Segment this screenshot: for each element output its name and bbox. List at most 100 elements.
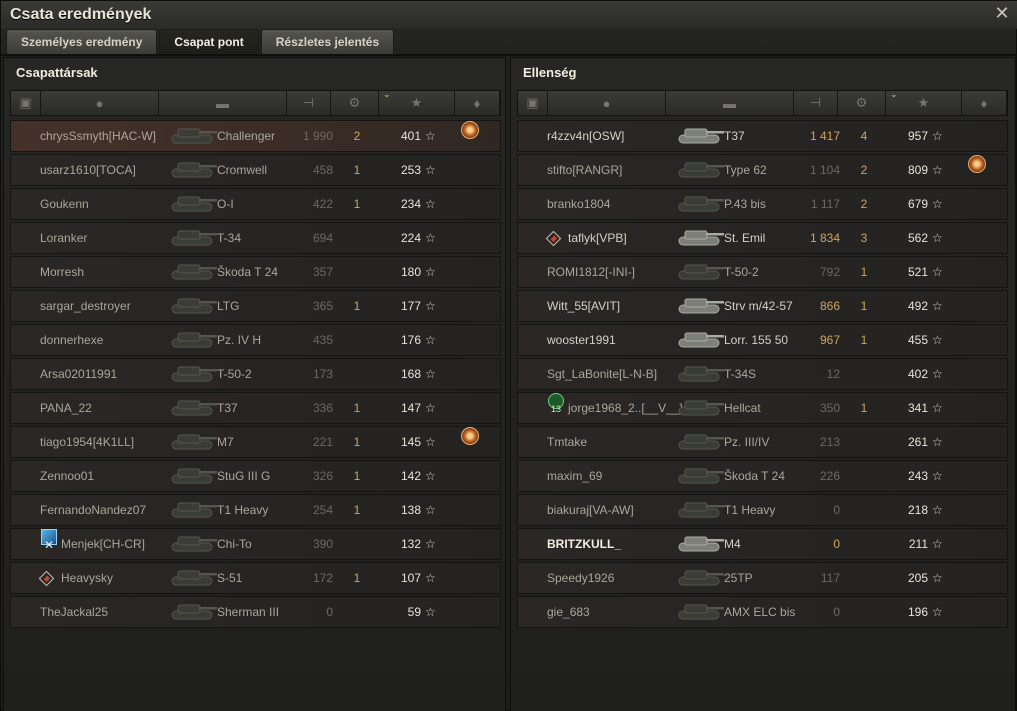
tank-icon xyxy=(673,155,725,181)
player-name[interactable]: taflyk[VPB] xyxy=(568,223,627,253)
player-name[interactable]: Menjek[CH-CR] xyxy=(61,529,145,559)
damage-value: 221 xyxy=(312,435,333,449)
player-name[interactable]: gie_683 xyxy=(547,597,590,627)
medal-icon[interactable]: ♦ xyxy=(455,91,500,115)
player-name[interactable]: usarz1610[TOCA] xyxy=(40,155,136,185)
tank-tier-icon[interactable]: ▣ xyxy=(518,91,548,115)
player-name[interactable]: jorge1968_2..[__V__] xyxy=(568,393,683,423)
sort-indicator-icon: ⌄ xyxy=(383,89,391,99)
enemy-player-row[interactable]: biakuraj[VA-AW] T1 Heavy 0 218 ☆ xyxy=(517,494,1008,526)
player-name[interactable]: Heavysky xyxy=(61,563,113,593)
player-name[interactable]: Sgt_LaBonite[L-N-B] xyxy=(547,359,657,389)
player-name[interactable]: donnerhexe xyxy=(40,325,103,355)
damage-icon[interactable]: ⊣ xyxy=(794,91,838,115)
tank-icon xyxy=(673,461,725,487)
ally-player-row[interactable]: sargar_destroyer LTG 365 1 177 ☆ xyxy=(10,290,501,322)
ally-player-row[interactable]: PANA_22 T37 336 1 147 ☆ xyxy=(10,392,501,424)
enemy-player-row[interactable]: Witt_55[AVIT] Strv m/42-57 866 1 492 ☆ xyxy=(517,290,1008,322)
ally-player-row[interactable]: Goukenn O-I 422 1 234 ☆ xyxy=(10,188,501,220)
player-name[interactable]: r4zzv4n[OSW] xyxy=(547,121,624,151)
allies-column-header: ▣ ● ▬ ⊣ ⚙ ★ ♦ ⌄ xyxy=(10,89,501,116)
tab-team-score[interactable]: Csapat pont xyxy=(159,29,259,54)
ally-player-row[interactable]: FernandoNandez07 T1 Heavy 254 1 138 ☆ xyxy=(10,494,501,526)
player-name[interactable]: Witt_55[AVIT] xyxy=(547,291,620,321)
player-name[interactable]: BRITZKULL_ xyxy=(547,529,621,559)
ally-player-row[interactable]: ✕ Menjek[CH-CR] Chi-To 390 132 ☆ xyxy=(10,528,501,560)
player-icon[interactable]: ● xyxy=(41,91,159,115)
ally-player-row[interactable]: Arsa02011991 T-50-2 173 168 ☆ xyxy=(10,358,501,390)
medal-icon[interactable] xyxy=(968,155,986,173)
enemy-player-row[interactable]: branko1804 P.43 bis 1 117 2 679 ☆ xyxy=(517,188,1008,220)
enemy-player-row[interactable]: Speedy1926 25TP 117 205 ☆ xyxy=(517,562,1008,594)
ally-player-row[interactable]: chrysSsmyth[HAC-W] Challenger 1 990 2 401 ☆ xyxy=(10,120,501,152)
ally-player-row[interactable]: tiago1954[4K1LL] M7 221 1 145 ☆ xyxy=(10,426,501,458)
vehicle-name: T1 Heavy xyxy=(217,503,269,517)
damage-value: 254 xyxy=(312,503,333,517)
ally-player-row[interactable]: usarz1610[TOCA] Cromwell 458 1 253 ☆ xyxy=(10,154,501,186)
enemy-player-row[interactable]: gie_683 AMX ELC bis 0 196 ☆ xyxy=(517,596,1008,628)
ally-player-row[interactable]: donnerhexe Pz. IV H 435 176 ☆ xyxy=(10,324,501,356)
xp-value: 402 xyxy=(907,367,928,381)
tab-detailed-report[interactable]: Részletes jelentés xyxy=(260,29,395,54)
player-name[interactable]: Loranker xyxy=(40,223,87,253)
vehicle-name: M4 xyxy=(724,537,741,551)
xp-star-icon: ☆ xyxy=(425,129,436,143)
vehicle-name: Type 62 xyxy=(724,163,767,177)
player-name[interactable]: Goukenn xyxy=(40,189,89,219)
enemy-player-row[interactable]: BRITZKULL_ M4 0 211 ☆ xyxy=(517,528,1008,560)
kills-value: 1 xyxy=(353,197,361,211)
player-name[interactable]: tiago1954[4K1LL] xyxy=(40,427,134,457)
tank-tier-icon[interactable]: ▣ xyxy=(11,91,41,115)
ally-player-row[interactable]: Heavysky S-51 172 1 107 ☆ xyxy=(10,562,501,594)
ally-player-row[interactable]: Loranker T-34 694 224 ☆ xyxy=(10,222,501,254)
damage-icon[interactable]: ⊣ xyxy=(287,91,331,115)
player-name[interactable]: sargar_destroyer xyxy=(40,291,131,321)
ally-player-row[interactable]: TheJackal25 Sherman III 0 59 ☆ xyxy=(10,596,501,628)
player-name[interactable]: Zennoo01 xyxy=(40,461,94,491)
player-name[interactable]: biakuraj[VA-AW] xyxy=(547,495,634,525)
player-name[interactable]: ROMI1812[-INI-] xyxy=(547,257,635,287)
vehicle-icon[interactable]: ▬ xyxy=(666,91,794,115)
medal-icon[interactable] xyxy=(461,121,479,139)
enemy-player-row[interactable]: stifto[RANGR] Type 62 1 104 2 809 ☆ xyxy=(517,154,1008,186)
tank-icon xyxy=(673,495,725,521)
ally-player-row[interactable]: Morresh Škoda T 24 357 180 ☆ xyxy=(10,256,501,288)
enemy-player-row[interactable]: Tmtake Pz. III/IV 213 261 ☆ xyxy=(517,426,1008,458)
player-name[interactable]: TheJackal25 xyxy=(40,597,108,627)
enemy-player-row[interactable]: r4zzv4n[OSW] T37 1 417 4 957 ☆ xyxy=(517,120,1008,152)
xp-star-icon: ☆ xyxy=(932,537,943,551)
player-name[interactable]: stifto[RANGR] xyxy=(547,155,622,185)
player-name[interactable]: PANA_22 xyxy=(40,393,92,423)
enemy-player-row[interactable]: maxim_69 Škoda T 24 226 243 ☆ xyxy=(517,460,1008,492)
vehicle-name: StuG III G xyxy=(217,469,271,483)
player-name[interactable]: wooster1991 xyxy=(547,325,616,355)
enemy-player-row[interactable]: Sgt_LaBonite[L-N-B] T-34S 12 402 ☆ xyxy=(517,358,1008,390)
player-name[interactable]: Tmtake xyxy=(547,427,587,457)
xp-star-icon: ☆ xyxy=(932,129,943,143)
player-name[interactable]: Speedy1926 xyxy=(547,563,614,593)
xp-star-icon: ☆ xyxy=(932,435,943,449)
kills-value: 2 xyxy=(353,129,361,143)
ally-player-row[interactable]: Zennoo01 StuG III G 326 1 142 ☆ xyxy=(10,460,501,492)
player-name[interactable]: Morresh xyxy=(40,257,84,287)
enemy-player-row[interactable]: 13 jorge1968_2..[__V__] Hellcat 350 1 341 ☆ xyxy=(517,392,1008,424)
medal-icon[interactable] xyxy=(461,427,479,445)
kills-icon[interactable]: ⚙ xyxy=(331,91,379,115)
player-name[interactable]: chrysSsmyth[HAC-W] xyxy=(40,121,156,151)
player-name[interactable]: FernandoNandez07 xyxy=(40,495,146,525)
vehicle-icon[interactable]: ▬ xyxy=(159,91,287,115)
tab-personal-results[interactable]: Személyes eredmény xyxy=(6,29,158,54)
kills-icon[interactable]: ⚙ xyxy=(838,91,886,115)
damage-value: 1 104 xyxy=(809,163,840,177)
enemy-player-row[interactable]: taflyk[VPB] St. Emil 1 834 3 562 ☆ xyxy=(517,222,1008,254)
enemy-player-row[interactable]: ROMI1812[-INI-] T-50-2 792 1 521 ☆ xyxy=(517,256,1008,288)
player-name[interactable]: maxim_69 xyxy=(547,461,602,491)
medal-icon[interactable]: ♦ xyxy=(962,91,1007,115)
enemy-player-row[interactable]: wooster1991 Lorr. 155 50 967 1 455 ☆ xyxy=(517,324,1008,356)
close-icon[interactable]: ✕ xyxy=(992,3,1012,23)
xp-value: 147 xyxy=(400,401,421,415)
player-name[interactable]: branko1804 xyxy=(547,189,610,219)
tab-bar: Személyes eredmény Csapat pont Részletes… xyxy=(6,29,395,54)
player-name[interactable]: Arsa02011991 xyxy=(40,359,117,389)
player-icon[interactable]: ● xyxy=(548,91,666,115)
